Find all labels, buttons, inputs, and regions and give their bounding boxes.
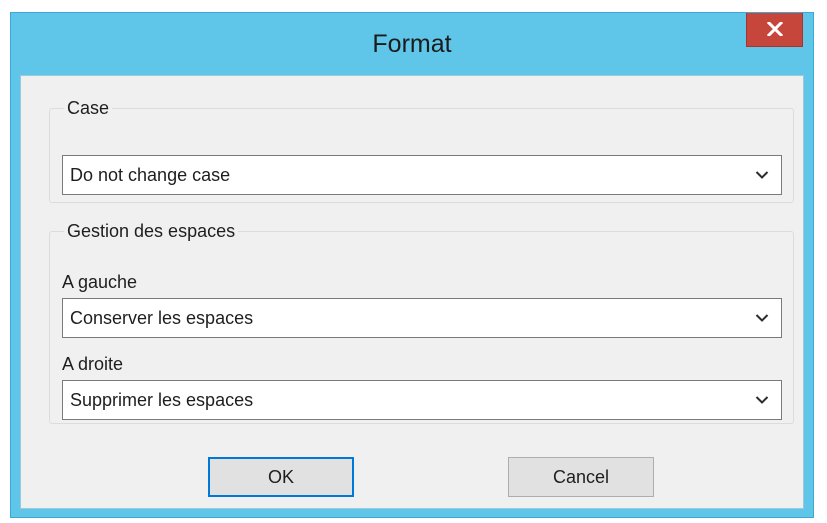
left-spaces-select[interactable]: Conserver les espaces xyxy=(62,298,782,338)
close-button[interactable] xyxy=(746,13,803,47)
case-group-legend: Case xyxy=(67,98,110,118)
spaces-group: Gestion des espaces A gauche Conserver l… xyxy=(49,221,794,424)
left-spaces-label: A gauche xyxy=(62,272,138,292)
case-group: Case Do not change case xyxy=(49,98,794,203)
right-spaces-select[interactable]: Supprimer les espaces xyxy=(62,380,782,420)
title-bar[interactable]: Format xyxy=(11,13,813,75)
chevron-down-icon xyxy=(755,314,769,322)
case-select[interactable]: Do not change case xyxy=(62,155,782,195)
right-spaces-label: A droite xyxy=(62,354,124,374)
chevron-down-icon xyxy=(755,171,769,179)
spaces-group-legend: Gestion des espaces xyxy=(67,221,236,241)
right-spaces-select-value: Supprimer les espaces xyxy=(70,390,254,410)
left-spaces-select-value: Conserver les espaces xyxy=(70,308,254,328)
format-dialog: Format Case Do not change case Gestion d… xyxy=(10,12,814,518)
close-icon xyxy=(767,22,783,36)
ok-button[interactable]: OK xyxy=(208,457,354,497)
dialog-title: Format xyxy=(372,30,452,58)
cancel-button[interactable]: Cancel xyxy=(508,457,654,497)
case-select-value: Do not change case xyxy=(70,165,231,185)
chevron-down-icon xyxy=(755,396,769,404)
dialog-body: Case Do not change case Gestion des espa… xyxy=(20,75,804,509)
